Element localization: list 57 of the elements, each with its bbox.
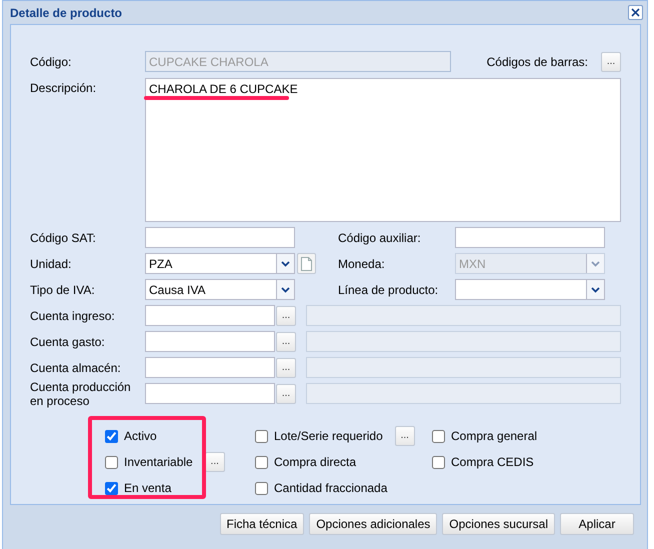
close-icon [631,8,640,17]
text-field[interactable] [145,331,275,352]
checkbox[interactable] [255,456,268,468]
close-button[interactable] [628,5,643,20]
checkbox-label: Cantidad fraccionada [274,481,388,495]
description-field[interactable]: CHAROLA DE 6 CUPCAKE [145,78,621,222]
browse-button[interactable]: ... [276,384,296,404]
text-field[interactable] [145,357,275,378]
chevron-down-icon [586,254,604,273]
checkbox-label: Compra CEDIS [451,455,534,469]
checkbox[interactable] [255,430,268,442]
checkbox-label: Inventariable [124,455,193,469]
footer-button[interactable]: Opciones sucursal [442,513,555,535]
browse-button[interactable]: ... [276,358,296,378]
field-label: Tipo de IVA: [30,282,96,296]
chevron-down-icon [586,280,604,299]
dropdown-field[interactable]: Causa IVA [145,279,295,300]
checkbox-label: En venta [124,481,172,495]
footer-button[interactable]: Ficha técnica [220,513,304,535]
field-label: Unidad: [30,256,72,270]
text-field[interactable] [145,227,295,248]
new-document-button[interactable] [297,253,316,274]
field-label: Moneda: [338,256,386,270]
field-label: Código auxiliar: [338,230,422,244]
field-label: Cuenta gasto: [30,334,106,348]
checkbox-label: Lote/Serie requerido [274,429,383,443]
field-label: Códigos de barras: [486,54,588,68]
field-label: Código: [30,54,72,68]
text-field[interactable] [145,383,275,404]
footer-button[interactable]: Aplicar [560,513,634,535]
window-title: Detalle de producto [10,6,122,20]
field-label: Cuenta ingreso: [30,308,116,322]
checkbox-label: Activo [124,429,157,443]
field-label: Cuenta almacén: [30,360,122,374]
field-label: Línea de producto: [338,282,440,296]
checkbox[interactable] [432,430,445,442]
footer-button[interactable]: Opciones adicionales [309,513,438,535]
browse-button[interactable]: ... [204,452,225,472]
field-label: Cuenta producción en proceso [30,380,132,408]
dropdown-field[interactable]: PZA [145,253,295,274]
checkbox[interactable] [105,456,118,468]
checkbox[interactable] [255,482,268,494]
field-label: Descripción: [30,81,98,95]
dropdown-field[interactable] [455,279,605,300]
checkbox-label: Compra general [451,429,538,443]
checkbox[interactable] [105,430,118,442]
browse-button[interactable]: ... [394,426,415,446]
field-label: Código SAT: [30,230,97,244]
text-field[interactable] [455,227,605,248]
text-field[interactable] [145,305,275,326]
browse-button[interactable]: ... [276,332,296,352]
browse-button[interactable]: ... [276,306,296,326]
chevron-down-icon [276,280,294,299]
checkbox[interactable] [432,456,445,468]
checkbox[interactable] [105,482,118,494]
chevron-down-icon [276,254,294,273]
checkbox-label: Compra directa [274,455,356,469]
